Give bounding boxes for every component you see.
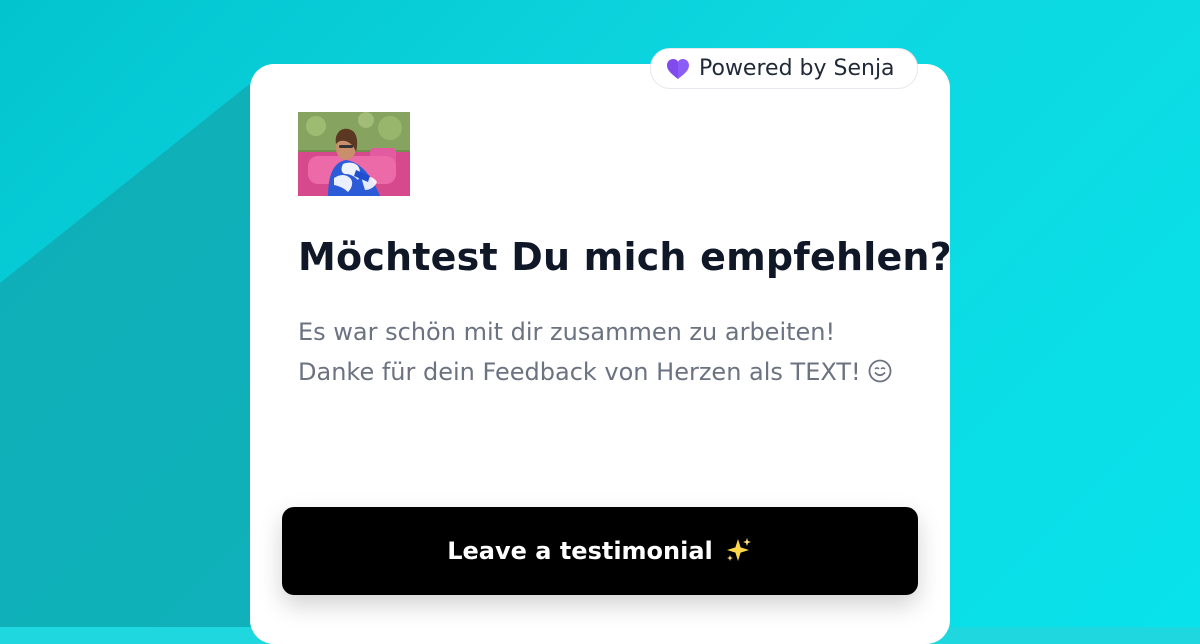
testimonial-card: Möchtest Du mich empfehlen? Es war schön… xyxy=(250,64,952,644)
leave-testimonial-button[interactable]: Leave a testimonial xyxy=(282,507,918,595)
leave-testimonial-label: Leave a testimonial xyxy=(447,537,713,565)
message-line-2-text: Danke für dein Feedback von Herzen als T… xyxy=(298,358,861,386)
smiling-face-icon xyxy=(868,359,892,383)
powered-by-badge[interactable]: Powered by Senja xyxy=(650,48,918,89)
message-line-2: Danke für dein Feedback von Herzen als T… xyxy=(298,352,908,392)
sparkles-icon xyxy=(726,538,751,561)
profile-photo xyxy=(298,112,410,196)
purple-heart-icon xyxy=(667,58,689,79)
message-line-1: Es war schön mit dir zusammen zu arbeite… xyxy=(298,318,836,346)
powered-by-label: Powered by Senja xyxy=(699,56,895,81)
page-title: Möchtest Du mich empfehlen? xyxy=(298,235,952,279)
message-text: Es war schön mit dir zusammen zu arbeite… xyxy=(298,312,908,392)
